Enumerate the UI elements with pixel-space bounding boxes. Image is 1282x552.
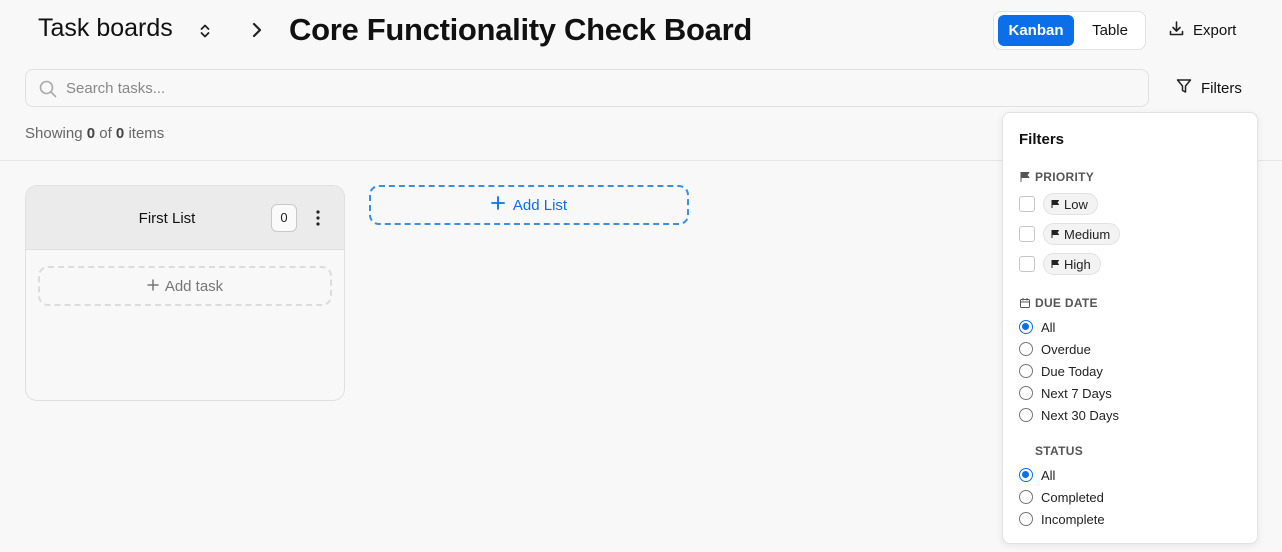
- summary-total: 0: [115, 125, 125, 142]
- priority-option-high[interactable]: High: [1019, 253, 1101, 275]
- flag-icon: [1051, 200, 1059, 208]
- due-date-option-next-7-days[interactable]: Next 7 Days: [1019, 384, 1112, 402]
- search-icon: [38, 79, 58, 99]
- priority-label: Medium: [1064, 226, 1111, 242]
- option-label: Completed: [1041, 489, 1104, 505]
- radio-button[interactable]: [1019, 468, 1033, 482]
- priority-chip: Low: [1043, 193, 1098, 215]
- priority-option-low[interactable]: Low: [1019, 193, 1098, 215]
- list-column: First List 0 Add task: [25, 185, 345, 401]
- plus-icon: [490, 196, 505, 214]
- due-date-option-all[interactable]: All: [1019, 318, 1055, 336]
- due-date-section-heading: DUE DATE: [1019, 296, 1098, 310]
- radio-button[interactable]: [1019, 342, 1033, 356]
- filters-panel-title: Filters: [1019, 131, 1065, 148]
- status-option-completed[interactable]: Completed: [1019, 488, 1104, 506]
- priority-chip: High: [1043, 253, 1101, 275]
- table-view-button[interactable]: Table: [1078, 15, 1142, 46]
- add-list-label: Add List: [512, 196, 568, 214]
- filters-panel: Filters PRIORITY Low Medium High DUE DAT…: [1002, 112, 1258, 544]
- filter-icon: [1175, 77, 1193, 99]
- status-option-incomplete[interactable]: Incomplete: [1019, 510, 1105, 528]
- priority-option-medium[interactable]: Medium: [1019, 223, 1121, 245]
- checkbox[interactable]: [1019, 256, 1035, 272]
- list-header: First List 0: [26, 186, 344, 250]
- status-heading-label: STATUS: [1035, 444, 1084, 458]
- checkbox[interactable]: [1019, 196, 1035, 212]
- priority-chip: Medium: [1043, 223, 1121, 245]
- priority-section-heading: PRIORITY: [1019, 170, 1094, 184]
- radio-button[interactable]: [1019, 512, 1033, 526]
- option-label: Incomplete: [1041, 511, 1105, 527]
- radio-button[interactable]: [1019, 364, 1033, 378]
- radio-button[interactable]: [1019, 320, 1033, 334]
- more-vertical-icon[interactable]: [310, 206, 326, 230]
- radio-button[interactable]: [1019, 386, 1033, 400]
- priority-label: Low: [1064, 196, 1088, 212]
- option-label: All: [1041, 319, 1056, 335]
- calendar-icon: [1020, 298, 1030, 308]
- kanban-view-button[interactable]: Kanban: [998, 15, 1074, 46]
- list-title[interactable]: First List: [26, 210, 308, 227]
- flag-icon: [1051, 260, 1059, 268]
- flag-icon: [1051, 230, 1059, 238]
- add-task-label: Add task: [164, 277, 224, 295]
- summary-prefix: Showing: [25, 125, 83, 142]
- download-icon: [1168, 20, 1185, 41]
- filters-button[interactable]: Filters: [1175, 76, 1242, 100]
- priority-label: High: [1064, 256, 1091, 272]
- chevron-right-icon: [248, 20, 266, 40]
- flag-icon: [1020, 172, 1030, 182]
- search-bar: [25, 69, 1149, 107]
- list-task-count-badge: 0: [271, 204, 297, 232]
- option-label: Next 7 Days: [1041, 385, 1112, 401]
- checkbox[interactable]: [1019, 226, 1035, 242]
- add-list-button[interactable]: Add List: [369, 185, 689, 225]
- plus-icon: [147, 278, 159, 295]
- option-label: All: [1041, 467, 1056, 483]
- status-section-heading: STATUS: [1035, 444, 1083, 458]
- option-label: Next 30 Days: [1041, 407, 1120, 423]
- summary-of: of: [99, 125, 112, 142]
- due-date-option-due-today[interactable]: Due Today: [1019, 362, 1103, 380]
- radio-button[interactable]: [1019, 408, 1033, 422]
- board-switcher-icon[interactable]: [196, 22, 214, 40]
- top-bar: Task boards Core Functionality Check Boa…: [0, 0, 1282, 62]
- search-input[interactable]: [66, 70, 1136, 106]
- status-option-all[interactable]: All: [1019, 466, 1055, 484]
- export-button[interactable]: Export: [1168, 16, 1236, 44]
- page-title: Core Functionality Check Board: [289, 12, 752, 47]
- due-date-heading-label: DUE DATE: [1035, 296, 1098, 310]
- summary-suffix: items: [128, 125, 165, 142]
- item-count-summary: Showing 0 of 0 items: [25, 125, 164, 142]
- add-task-button[interactable]: Add task: [38, 266, 332, 306]
- option-label: Overdue: [1041, 341, 1091, 357]
- breadcrumb-task-boards[interactable]: Task boards: [38, 14, 173, 43]
- option-label: Due Today: [1041, 363, 1103, 379]
- due-date-option-overdue[interactable]: Overdue: [1019, 340, 1091, 358]
- export-label: Export: [1193, 21, 1237, 39]
- filters-label: Filters: [1201, 79, 1242, 97]
- due-date-option-next-30-days[interactable]: Next 30 Days: [1019, 406, 1119, 424]
- view-toggle: Kanban Table: [993, 11, 1146, 50]
- summary-shown: 0: [86, 125, 96, 142]
- priority-heading-label: PRIORITY: [1035, 170, 1095, 184]
- radio-button[interactable]: [1019, 490, 1033, 504]
